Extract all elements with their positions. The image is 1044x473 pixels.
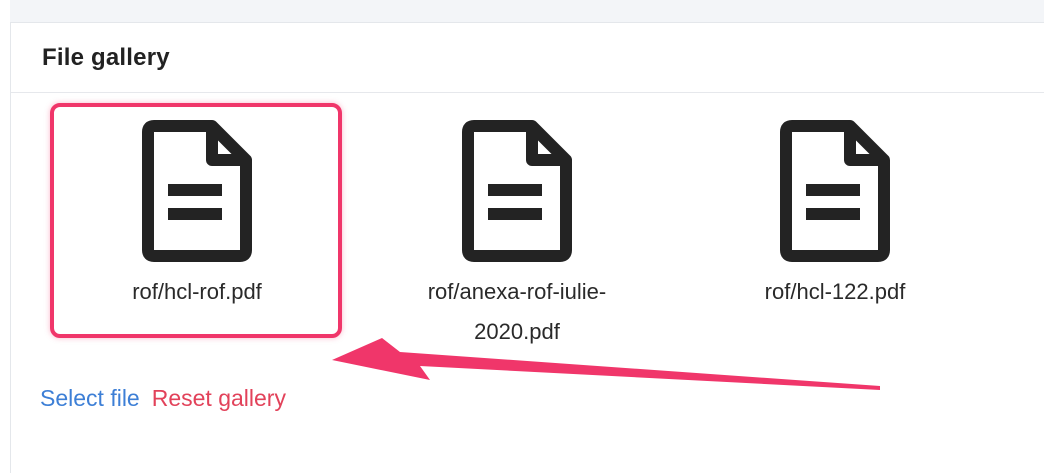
select-file-link[interactable]: Select file	[40, 385, 140, 411]
gallery-actions: Select file Reset gallery	[40, 385, 286, 412]
reset-gallery-link[interactable]: Reset gallery	[152, 385, 286, 411]
